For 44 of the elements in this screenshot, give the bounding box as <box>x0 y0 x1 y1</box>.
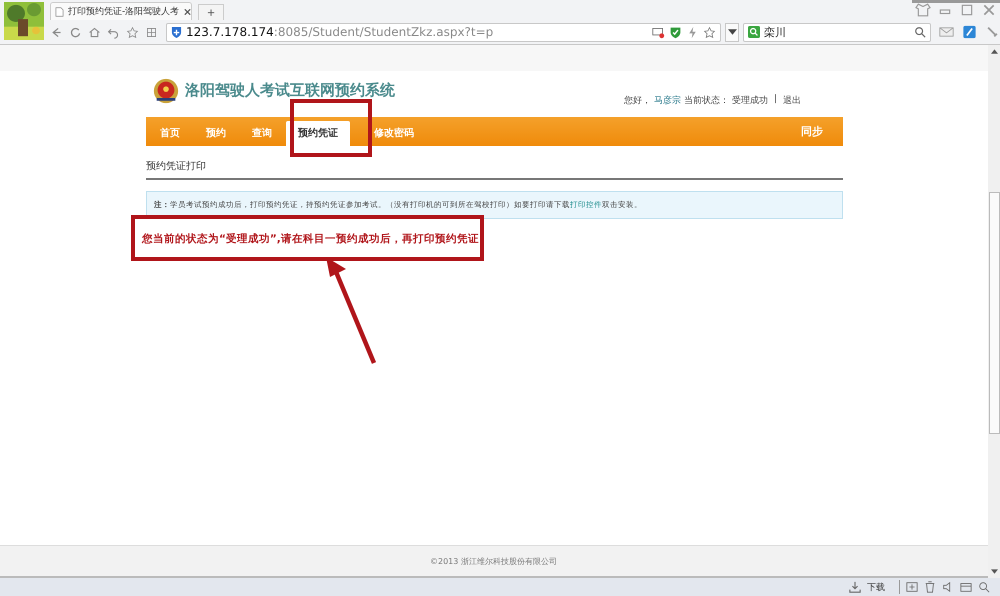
close-icon[interactable] <box>183 6 192 16</box>
emblem-icon <box>152 76 180 104</box>
search-field[interactable]: 栾川 <box>743 22 931 42</box>
separator-text: | <box>774 94 777 106</box>
user-name-link[interactable]: 马彦宗 <box>654 94 681 107</box>
page-icon <box>55 6 64 16</box>
grid-icon[interactable] <box>145 26 158 38</box>
window-icon[interactable] <box>960 581 972 593</box>
plus-box-icon[interactable] <box>906 581 918 593</box>
mail-icon[interactable] <box>939 25 954 39</box>
browser-tab[interactable]: 打印预约凭证-洛阳驾驶人考 <box>50 2 192 20</box>
scroll-down-icon[interactable] <box>990 569 998 574</box>
scrollbar[interactable] <box>988 45 1000 578</box>
note-icon[interactable] <box>962 25 977 39</box>
greeting-text: 您好， <box>624 94 651 107</box>
download-icon[interactable] <box>849 581 861 593</box>
address-field[interactable]: 123.7.178.174:8085/Student/StudentZkz.aspx?t=p <box>166 22 721 42</box>
search-icon[interactable] <box>914 26 926 38</box>
nav-tab[interactable]: 预约凭证 <box>286 121 350 146</box>
caret-icon <box>728 29 736 35</box>
scroll-up-icon[interactable] <box>990 49 998 54</box>
home-icon[interactable] <box>88 26 101 38</box>
status-message: 您当前的状态为“受理成功”,请在科目一预约成功后，再打印预约凭证 <box>142 232 480 246</box>
back-icon[interactable] <box>50 26 63 38</box>
star-icon[interactable] <box>126 26 139 38</box>
star-icon[interactable] <box>703 26 716 38</box>
status-label: 当前状态： <box>684 94 729 107</box>
download-label[interactable]: 下载 <box>867 580 885 594</box>
dropdown-button[interactable] <box>725 22 739 42</box>
zoom-icon[interactable] <box>978 581 990 593</box>
reload-icon[interactable] <box>69 26 82 38</box>
status-value: 受理成功 <box>732 94 768 107</box>
footer-text: ©2013 浙江维尔科技股份有限公司 <box>0 545 988 578</box>
new-tab-button[interactable]: + <box>198 4 224 20</box>
logout-link[interactable]: 退出 <box>783 94 801 107</box>
trash-icon[interactable] <box>924 581 936 593</box>
section-title: 预约凭证打印 <box>146 159 843 180</box>
shirt-icon[interactable] <box>912 3 934 17</box>
search-engine-icon <box>748 26 760 38</box>
monitor-icon[interactable] <box>652 26 665 38</box>
shield-check-icon[interactable] <box>669 26 682 38</box>
site-title: 洛阳驾驶人考试互联网预约系统 <box>185 81 395 100</box>
url-text: 123.7.178.174:8085/Student/StudentZkz.aspx?t=p <box>186 25 494 39</box>
shield-icon <box>171 26 182 38</box>
